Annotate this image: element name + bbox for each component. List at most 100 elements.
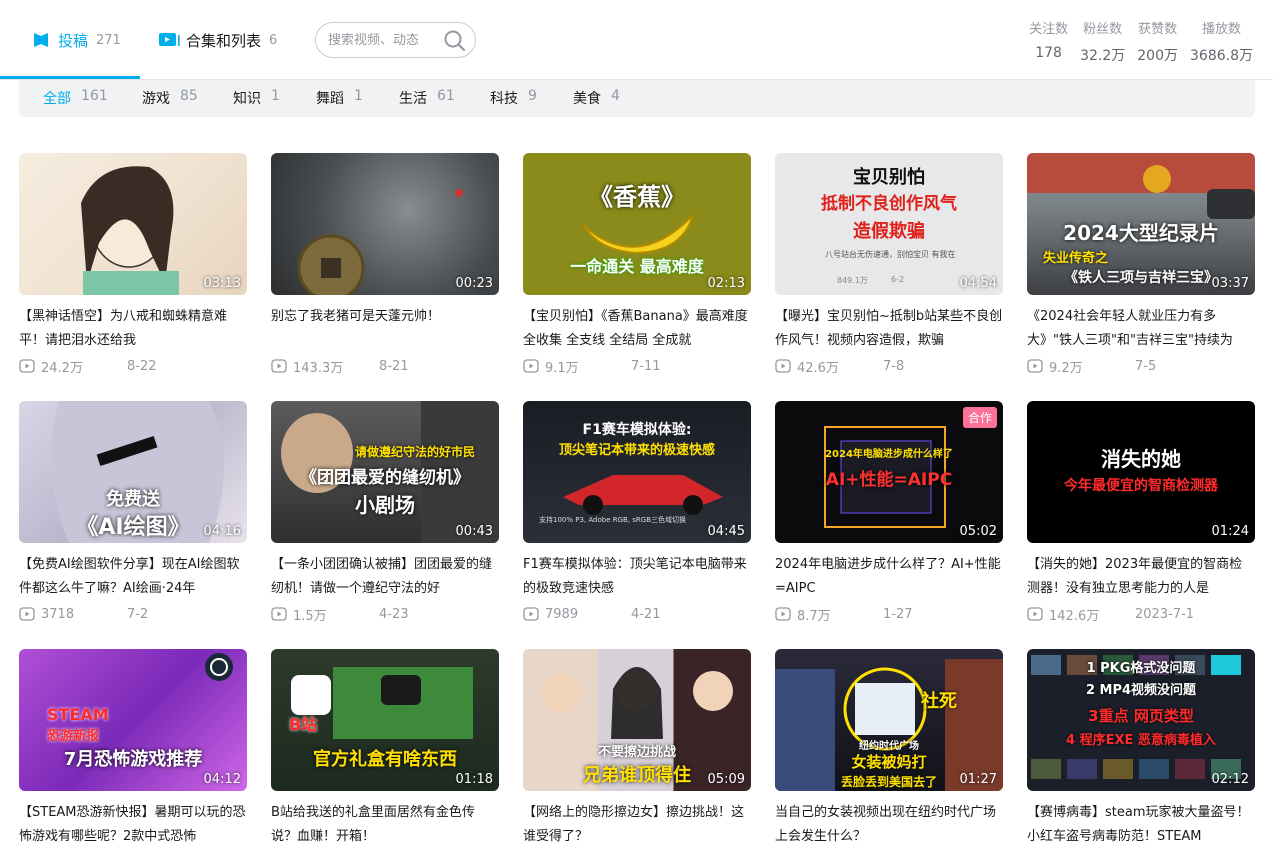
video-title[interactable]: B站给我送的礼盒里面居然有金色传说？血赚！开箱！ [271,801,499,846]
video-title[interactable]: 【免费AI绘图软件分享】现在AI绘图软件都这么牛了嘛？AI绘画·24年 [19,553,247,601]
filter-label: 生活 [399,91,427,107]
filter-count: 9 [528,88,537,104]
filter-games[interactable]: 游戏 85 [142,88,198,108]
video-duration: 04:16 [203,524,241,539]
video-title[interactable]: 【黑神话悟空】为八戒和蜘蛛精意难平！请把泪水还给我 [19,305,247,353]
view-count: 24.2万 [41,360,83,376]
video-thumbnail[interactable]: 《香蕉》 一命通关 最高难度 02:13 [523,153,751,295]
thumbnail-caption: 消失的她 [1101,447,1181,471]
video-duration: 03:37 [1211,276,1249,291]
filter-knowledge[interactable]: 知识 1 [233,88,280,108]
video-title[interactable]: 【曝光】宝贝别怕~抵制b站某些不良创作风气！视频内容造假，欺骗 [775,305,1003,353]
video-card[interactable]: 1 PKG格式没问题 2 MP4视频没问题 3重点 网页类型 4 程序EXE 恶… [1027,649,1255,846]
video-meta: 7989 4-21 [523,605,751,623]
tab-collections[interactable]: 合集和列表 6 [158,26,277,54]
filter-label: 游戏 [142,91,170,107]
video-thumbnail[interactable]: 免费送 《AI绘图》 04:16 [19,401,247,543]
video-card[interactable]: 请做遵纪守法的好市民 《团团最爱的缝纫机》 小剧场 00:43 【一条小团团确认… [271,401,499,624]
thumbnail-caption: 4 程序EXE 恶意病毒植入 [1066,733,1216,748]
video-card[interactable]: 社死 纽约时代广场 女装被妈打 丢脸丢到美国去了 01:27 当自己的女装视频出… [775,649,1003,846]
video-thumbnail[interactable]: 00:23 [271,153,499,295]
video-thumbnail[interactable]: 不要擦边挑战 兄弟谁顶得住 05:09 [523,649,751,791]
thumbnail-caption: 2 MP4视频没问题 [1085,683,1197,698]
video-meta: 8.7万 1-27 [775,605,1003,624]
video-title[interactable]: 【一条小团团确认被捕】团团最爱的缝纫机！请做一个遵纪守法的好 [271,553,499,601]
filter-all[interactable]: 全部 161 [43,88,108,108]
thumbnail-caption: 女装被妈打 [851,753,927,771]
video-thumbnail[interactable]: 请做遵纪守法的好市民 《团团最爱的缝纫机》 小剧场 00:43 [271,401,499,543]
filter-life[interactable]: 生活 61 [399,88,455,108]
video-thumbnail[interactable]: 1 PKG格式没问题 2 MP4视频没问题 3重点 网页类型 4 程序EXE 恶… [1027,649,1255,791]
upload-date: 1-27 [883,606,913,622]
tab-uploads[interactable]: 投稿 271 [30,26,121,54]
stat-value: 178 [1035,45,1062,61]
video-card[interactable]: STEAM 恐游新报 7月恐怖游戏推荐 04:12 【STEAM恐游新快报】暑期… [19,649,247,846]
view-count: 9.1万 [545,360,579,376]
video-title[interactable]: 【宝贝别怕】《香蕉Banana》最高难度 全收集 全支线 全结局 全成就 [523,305,751,353]
video-title[interactable]: 【消失的她】2023年最便宜的智商检测器！没有独立思考能力的人是 [1027,553,1255,601]
upload-date: 7-5 [1135,358,1157,374]
active-tab-indicator [0,76,140,79]
upload-date: 4-23 [379,606,409,622]
thumbnail-caption: 官方礼盒有啥东西 [313,749,457,770]
video-thumbnail[interactable]: B站 官方礼盒有啥东西 01:18 [271,649,499,791]
video-thumbnail[interactable]: 社死 纽约时代广场 女装被妈打 丢脸丢到美国去了 01:27 [775,649,1003,791]
video-card[interactable]: 00:23 别忘了我老猪可是天蓬元帅！ 143.3万 8-21 [271,153,499,376]
thumbnail-caption: 失业传奇之 [1043,251,1109,266]
video-card[interactable]: F1赛车模拟体验: 顶尖笔记本带来的极速快感 支持100% P3, Adobe … [523,401,751,623]
filter-label: 全部 [43,91,71,107]
stat-label: 获赞数 [1138,22,1178,37]
video-card[interactable]: 免费送 《AI绘图》 04:16 【免费AI绘图软件分享】现在AI绘图软件都这么… [19,401,247,623]
video-title[interactable]: 2024年电脑进步成什么样了？AI+性能=AIPC [775,553,1003,601]
video-thumbnail[interactable]: 消失的她 今年最便宜的智商检测器 01:24 [1027,401,1255,543]
video-meta: 142.6万 2023-7-1 [1027,605,1255,624]
search-icon[interactable] [443,29,467,53]
filter-tech[interactable]: 科技 9 [490,88,537,108]
filter-food[interactable]: 美食 4 [573,88,620,108]
video-thumbnail[interactable]: 宝贝别怕 抵制不良创作风气 造假欺骗 八号站台无伤速通，别怕宝贝 有我在 849… [775,153,1003,295]
stat-value: 32.2万 [1080,48,1126,64]
video-title[interactable]: 【赛博病毒】steam玩家被大量盗号！小红车盗号病毒防范！STEAM [1027,801,1255,846]
search-input[interactable] [328,32,440,48]
thumbnail-caption: 宝贝别怕 [853,167,925,188]
video-title[interactable]: F1赛车模拟体验：顶尖笔记本电脑带来的极致竞速快感 [523,553,751,601]
video-duration: 02:13 [707,276,745,291]
video-card[interactable]: 不要擦边挑战 兄弟谁顶得住 05:09 【网络上的隐形擦边女】擦边挑战！这谁受得… [523,649,751,846]
video-duration: 01:27 [959,772,997,787]
video-thumbnail[interactable]: F1赛车模拟体验: 顶尖笔记本带来的极速快感 支持100% P3, Adobe … [523,401,751,543]
video-duration: 03:13 [203,276,241,291]
video-title[interactable]: 别忘了我老猪可是天蓬元帅！ [271,305,499,353]
video-card[interactable]: 《香蕉》 一命通关 最高难度 02:13 【宝贝别怕】《香蕉Banana》最高难… [523,153,751,376]
stat-following[interactable]: 关注数 178 [1029,18,1068,65]
video-card[interactable]: 2024年电脑进步成什么样了 AI+性能=AIPC 合作 05:02 2024年… [775,401,1003,624]
video-card[interactable]: 消失的她 今年最便宜的智商检测器 01:24 【消失的她】2023年最便宜的智商… [1027,401,1255,624]
video-card[interactable]: 03:13 【黑神话悟空】为八戒和蜘蛛精意难平！请把泪水还给我 24.2万 8-… [19,153,247,376]
video-card[interactable]: 2024大型纪录片 失业传奇之 《铁人三项与吉祥三宝》 03:37 《2024社… [1027,153,1255,376]
thumbnail-caption: 免费送 [106,489,160,510]
video-title[interactable]: 《2024社会年轻人就业压力有多大》"铁人三项"和"吉祥三宝"持续为 [1027,305,1255,353]
search-box[interactable] [315,22,476,58]
video-card[interactable]: B站 官方礼盒有啥东西 01:18 B站给我送的礼盒里面居然有金色传说？血赚！开… [271,649,499,846]
video-thumbnail[interactable]: 2024大型纪录片 失业传奇之 《铁人三项与吉祥三宝》 03:37 [1027,153,1255,295]
view-count: 42.6万 [797,360,839,376]
video-title[interactable]: 【STEAM恐游新快报】暑期可以玩的恐怖游戏有哪些呢？2款中式恐怖 [19,801,247,846]
stat-label: 播放数 [1201,22,1241,37]
view-count: 142.6万 [1049,608,1100,624]
video-title[interactable]: 当自己的女装视频出现在纽约时代广场上会发生什么？ [775,801,1003,846]
video-thumbnail[interactable]: 2024年电脑进步成什么样了 AI+性能=AIPC 合作 05:02 [775,401,1003,543]
stat-followers[interactable]: 粉丝数 32.2万 [1080,18,1125,65]
video-card[interactable]: 宝贝别怕 抵制不良创作风气 造假欺骗 八号站台无伤速通，别怕宝贝 有我在 849… [775,153,1003,376]
view-count: 143.3万 [293,360,344,376]
upload-date: 2023-7-1 [1135,606,1195,622]
thumbnail-caption: 今年最便宜的智商检测器 [1064,478,1218,494]
cooperation-badge: 合作 [962,407,997,428]
thumbnail-date: 6-2 [891,275,905,284]
video-title[interactable]: 【网络上的隐形擦边女】擦边挑战！这谁受得了？ [523,801,751,846]
filter-dance[interactable]: 舞蹈 1 [316,88,363,108]
upload-date: 4-21 [631,606,661,622]
video-thumbnail[interactable]: 03:13 [19,153,247,295]
thumbnail-caption: 3重点 网页类型 [1088,707,1194,725]
video-thumbnail[interactable]: STEAM 恐游新报 7月恐怖游戏推荐 04:12 [19,649,247,791]
play-count-icon [271,359,287,373]
thumbnail-caption: 社死 [921,691,957,712]
